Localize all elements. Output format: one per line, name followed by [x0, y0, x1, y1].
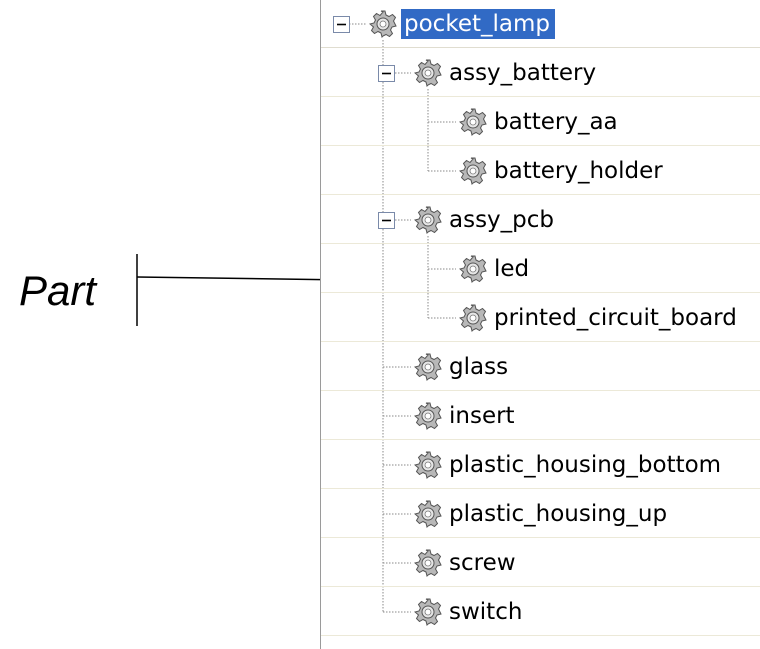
gear-icon: [458, 157, 487, 185]
tree-item-label[interactable]: plastic_housing_bottom: [446, 450, 726, 480]
tree-item-label[interactable]: insert: [446, 401, 520, 431]
gear-icon: [368, 10, 397, 38]
tree-item-screw[interactable]: screw: [321, 539, 760, 587]
tree-item-label[interactable]: switch: [446, 597, 527, 627]
gear-icon: [413, 549, 442, 577]
tree-item-label[interactable]: battery_holder: [491, 156, 668, 186]
tree-item-battery-holder[interactable]: battery_holder: [321, 147, 760, 195]
tree-item-label[interactable]: printed_circuit_board: [491, 303, 742, 333]
tree-item-led[interactable]: led: [321, 245, 760, 293]
tree-item-label[interactable]: pocket_lamp: [401, 9, 555, 39]
collapse-toggle-icon[interactable]: [333, 16, 350, 33]
assembly-tree[interactable]: pocket_lamp assy_battery battery_aabattery…: [320, 0, 760, 649]
tree-item-label[interactable]: battery_aa: [491, 107, 623, 137]
tree-item-label[interactable]: led: [491, 254, 534, 284]
tree-item-plastic-housing-up[interactable]: plastic_housing_up: [321, 490, 760, 538]
tree-item-label[interactable]: assy_pcb: [446, 205, 559, 235]
tree-item-label[interactable]: screw: [446, 548, 521, 578]
tree-item-label[interactable]: glass: [446, 352, 513, 382]
tree-item-battery-aa[interactable]: battery_aa: [321, 98, 760, 146]
gear-icon: [413, 402, 442, 430]
collapse-toggle-icon[interactable]: [378, 212, 395, 229]
gear-icon: [413, 500, 442, 528]
gear-icon: [413, 451, 442, 479]
tree-item-switch[interactable]: switch: [321, 588, 760, 636]
gear-icon: [413, 353, 442, 381]
gear-icon: [458, 108, 487, 136]
tree-item-printed-circuit-board[interactable]: printed_circuit_board: [321, 294, 760, 342]
gear-icon: [413, 598, 442, 626]
tree-item-plastic-housing-bottom[interactable]: plastic_housing_bottom: [321, 441, 760, 489]
gear-icon: [458, 255, 487, 283]
gear-icon: [413, 206, 442, 234]
tree-item-insert[interactable]: insert: [321, 392, 760, 440]
gear-icon: [413, 59, 442, 87]
tree-item-assy-battery[interactable]: assy_battery: [321, 49, 760, 97]
tree-item-label[interactable]: assy_battery: [446, 58, 601, 88]
collapse-toggle-icon[interactable]: [378, 65, 395, 82]
gear-icon: [458, 304, 487, 332]
tree-item-label[interactable]: plastic_housing_up: [446, 499, 672, 529]
tree-item-assy-pcb[interactable]: assy_pcb: [321, 196, 760, 244]
tree-item-glass[interactable]: glass: [321, 343, 760, 391]
tree-item-pocket-lamp[interactable]: pocket_lamp: [321, 0, 760, 48]
callout-label: Part: [19, 267, 97, 314]
